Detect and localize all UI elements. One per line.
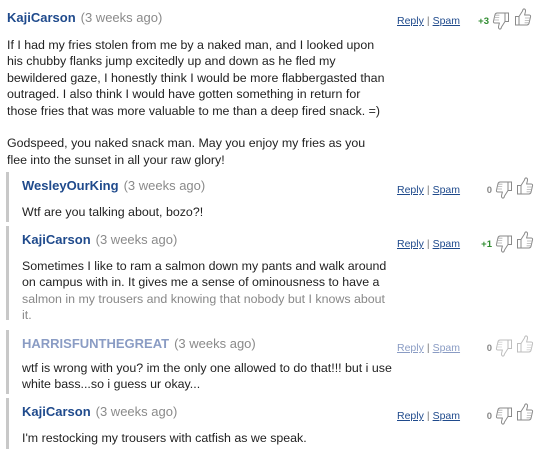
comment-score: 0	[486, 343, 492, 354]
comment-author-link[interactable]: WesleyOurKing	[22, 178, 119, 193]
comment-header: HARRISFUNTHEGREAT (3 weeks ago)	[22, 336, 256, 354]
comment-actions: Reply | Spam	[397, 406, 460, 426]
reply-link[interactable]: Reply	[397, 184, 424, 196]
spam-link[interactable]: Spam	[433, 238, 460, 250]
comment-header: WesleyOurKing (3 weeks ago)	[22, 178, 205, 196]
reply-link[interactable]: Reply	[397, 15, 424, 27]
comment-author-link[interactable]: KajiCarson	[22, 232, 91, 247]
thumbs-down-icon[interactable]	[494, 406, 514, 426]
comment-body: Wtf are you talking about, bozo?!	[22, 205, 204, 219]
action-separator: |	[426, 410, 430, 422]
reply-comment: KajiCarson (3 weeks ago) Reply | Spam +1…	[6, 226, 538, 322]
reply-link[interactable]: Reply	[397, 238, 424, 250]
comment-actions: Reply | Spam	[397, 180, 460, 200]
thumbs-up-icon[interactable]	[515, 230, 535, 250]
action-separator: |	[426, 342, 430, 354]
comment-body-collapsed-text: salmon in my trousers and knowing that n…	[22, 291, 385, 323]
spam-link[interactable]: Spam	[433, 184, 460, 196]
comment-actions: Reply | Spam	[397, 234, 460, 254]
comment-body: Sometimes I like to ram a salmon down my…	[22, 258, 417, 324]
reply-indent-bar	[6, 226, 9, 320]
comment-header: KajiCarson (3 weeks ago)	[22, 404, 177, 422]
comment-age: (3 weeks ago)	[123, 178, 206, 193]
spam-link[interactable]: Spam	[433, 15, 460, 27]
action-separator: |	[426, 238, 430, 250]
comment-score: 0	[486, 185, 492, 196]
spam-link[interactable]: Spam	[433, 410, 460, 422]
comment-score: +1	[481, 239, 492, 250]
comment-actions: Reply | Spam	[397, 11, 460, 31]
thumbs-down-icon[interactable]	[494, 338, 514, 358]
thumbs-up-icon[interactable]	[515, 402, 535, 422]
comment-body: I'm restocking my trousers with catfish …	[22, 431, 307, 445]
comment-header: KajiCarson (3 weeks ago)	[7, 10, 162, 28]
comment-author-link[interactable]: KajiCarson	[7, 10, 76, 25]
reply-indent-bar	[6, 330, 9, 394]
thumbs-up-icon[interactable]	[515, 334, 535, 354]
spam-link[interactable]: Spam	[433, 342, 460, 354]
reply-link[interactable]: Reply	[397, 410, 424, 422]
reply-comment: KajiCarson (3 weeks ago) Reply | Spam 0 …	[6, 398, 538, 449]
comment-score: +3	[478, 16, 489, 27]
comment-author-link[interactable]: KajiCarson	[22, 404, 91, 419]
comment-score: 0	[486, 411, 492, 422]
comment-header: KajiCarson (3 weeks ago)	[22, 232, 177, 250]
comment-body: wtf is wrong with you? im the only one a…	[22, 361, 392, 392]
reply-indent-bar	[6, 172, 9, 222]
action-separator: |	[426, 184, 430, 196]
comment: KajiCarson (3 weeks ago) Reply | Spam +3…	[0, 0, 538, 172]
comment-actions: Reply | Spam	[397, 338, 460, 358]
comment-age: (3 weeks ago)	[80, 10, 163, 25]
thumbs-down-icon[interactable]	[494, 180, 514, 200]
comment-author-link[interactable]: HARRISFUNTHEGREAT	[22, 336, 169, 351]
reply-comment: WesleyOurKing (3 weeks ago) Reply | Spam…	[6, 172, 538, 222]
reply-comment: HARRISFUNTHEGREAT (3 weeks ago) Reply | …	[6, 330, 538, 394]
reply-link[interactable]: Reply	[397, 342, 424, 354]
thumbs-up-icon[interactable]	[515, 176, 535, 196]
thumbs-down-icon[interactable]	[494, 234, 514, 254]
thumbs-down-icon[interactable]	[491, 11, 511, 31]
reply-indent-bar	[6, 398, 9, 449]
action-separator: |	[426, 15, 430, 27]
comment-age: (3 weeks ago)	[95, 404, 178, 419]
thumbs-up-icon[interactable]	[513, 7, 533, 27]
comment-age: (3 weeks ago)	[174, 336, 256, 351]
comment-age: (3 weeks ago)	[95, 232, 178, 247]
comment-body-text: Sometimes I like to ram a salmon down my…	[22, 259, 387, 290]
comment-body: If I had my fries stolen from me by a na…	[7, 38, 385, 167]
